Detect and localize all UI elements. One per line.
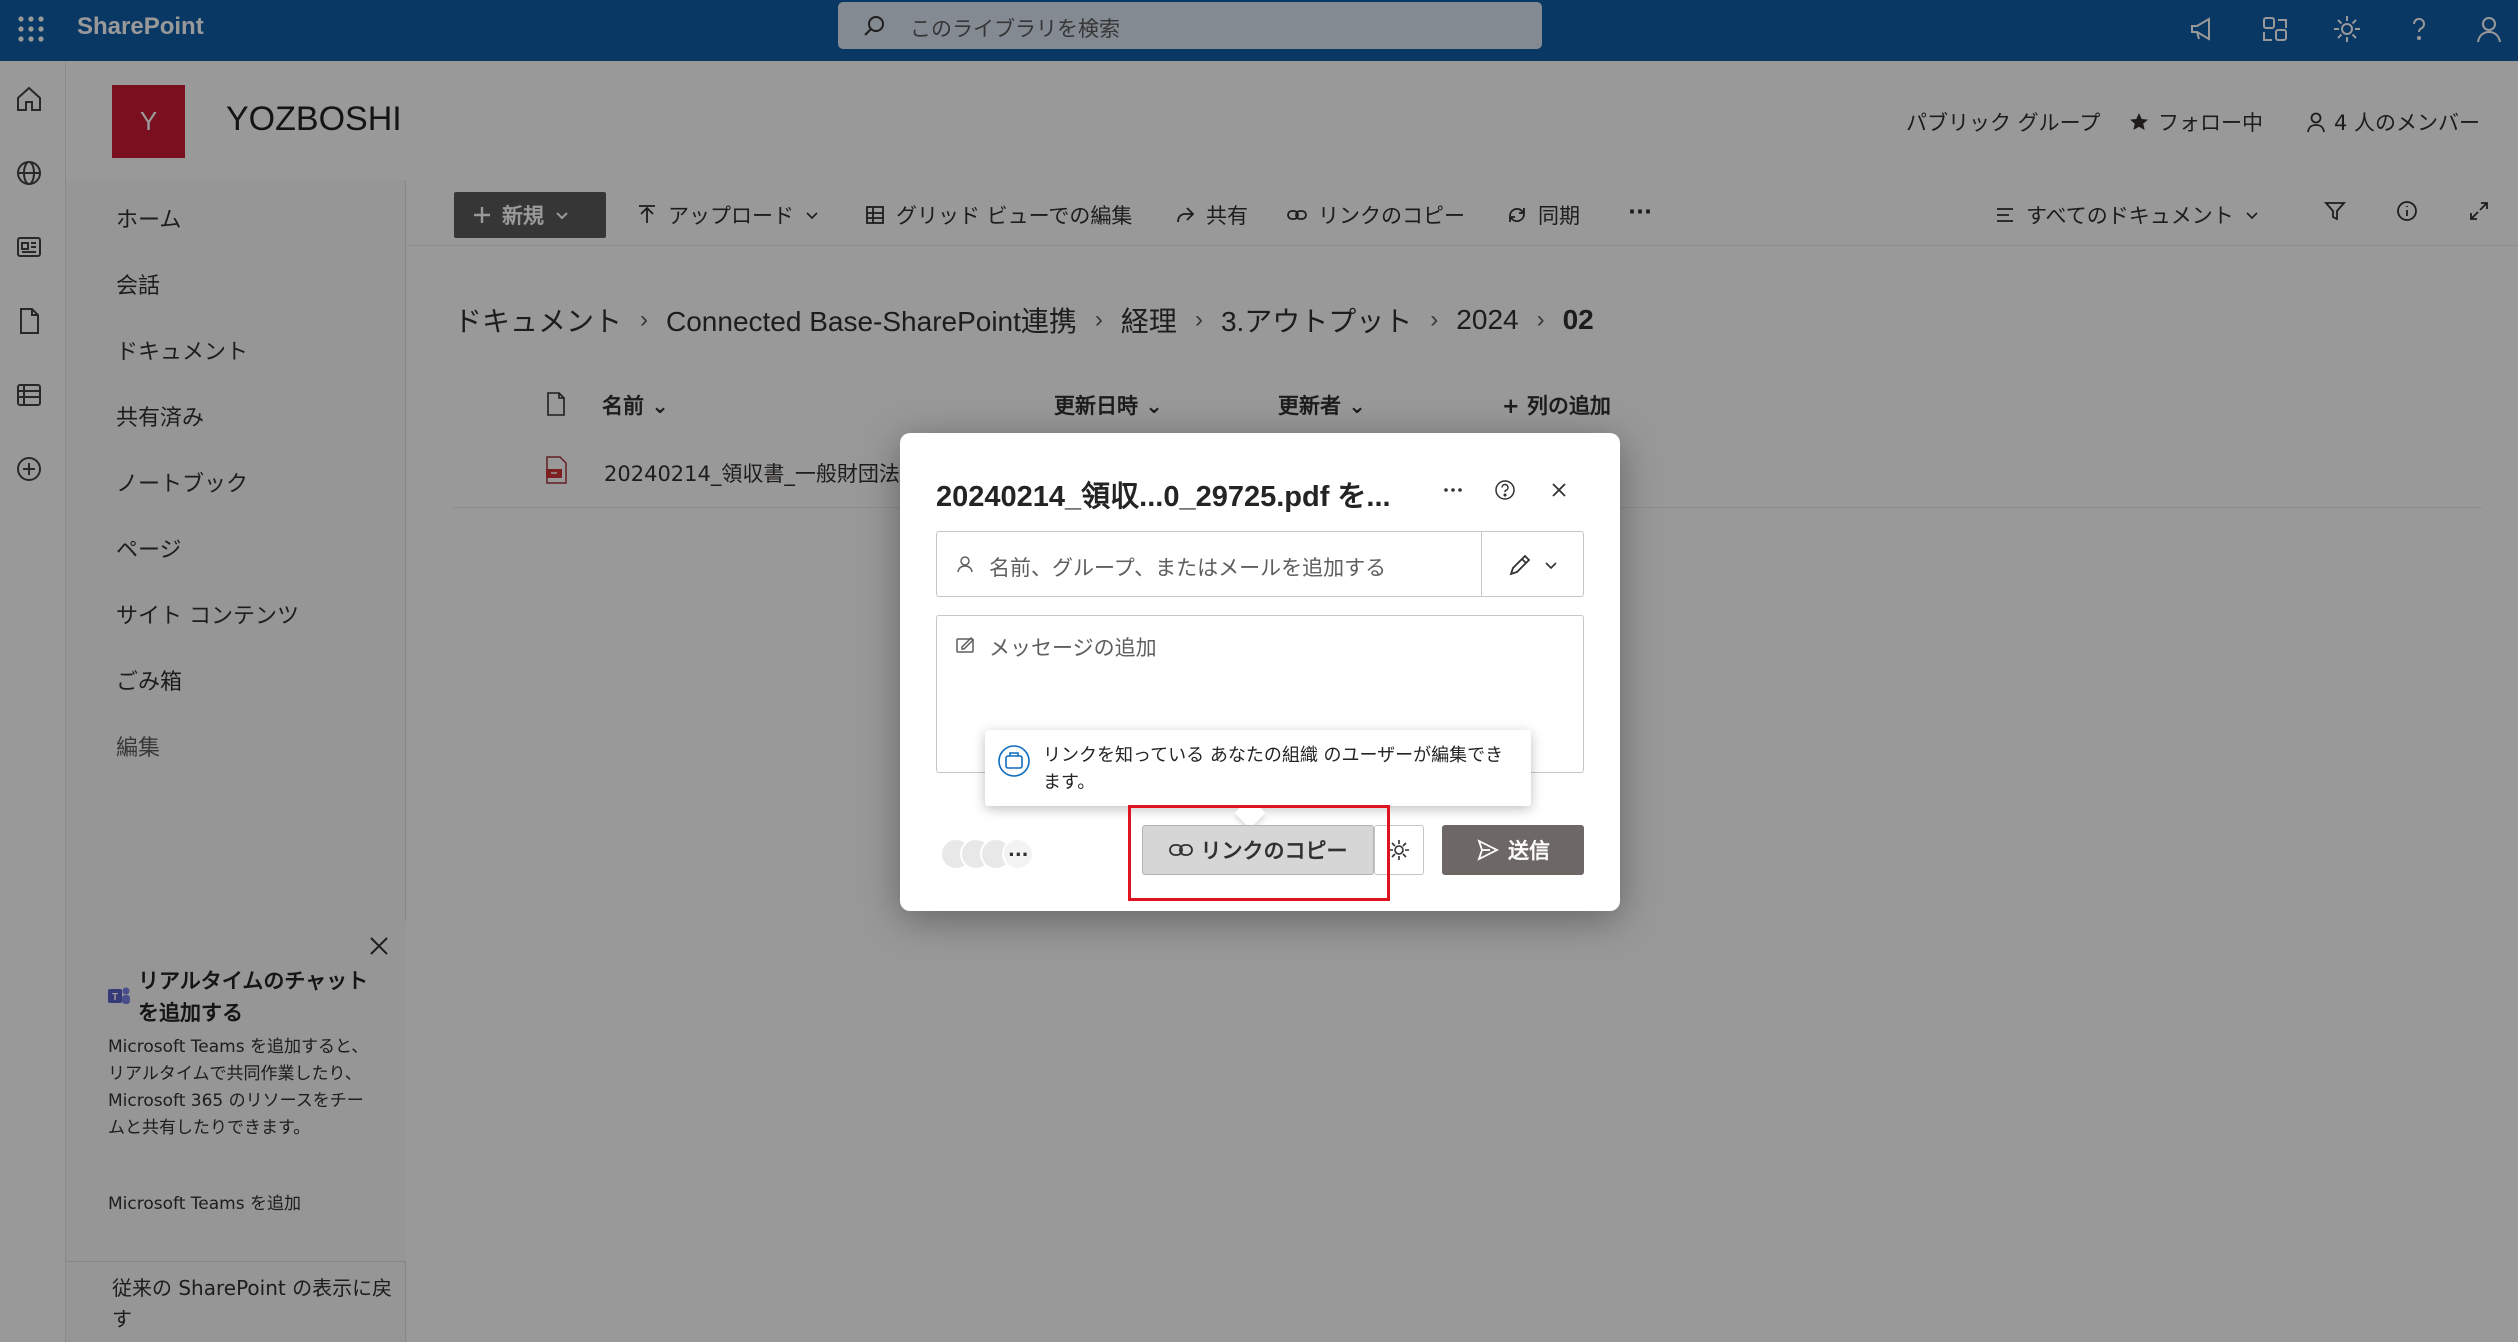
share-dialog: 20240214_領収...0_29725.pdf を... 名前、グループ、ま… (900, 433, 1620, 911)
link-settings-tooltip: リンクを知っている あなたの組織 のユーザーが編集できます。 (985, 730, 1531, 829)
more-avatars-label: ... (1008, 840, 1029, 861)
close-icon[interactable] (1546, 477, 1572, 503)
divider (1481, 532, 1482, 596)
more-options-icon[interactable] (1440, 477, 1466, 503)
send-button[interactable]: 送信 (1442, 825, 1584, 875)
highlight-annotation (1128, 805, 1390, 901)
person-icon (955, 554, 975, 574)
send-label: 送信 (1508, 839, 1550, 863)
chevron-down-icon (1545, 562, 1557, 570)
send-icon (1477, 839, 1500, 861)
people-picker-field[interactable]: 名前、グループ、またはメールを追加する (936, 531, 1584, 597)
message-placeholder: メッセージの追加 (989, 636, 1157, 660)
message-icon (955, 634, 977, 656)
briefcase-icon (997, 744, 1031, 778)
shared-with-avatars[interactable]: ... (940, 836, 1050, 872)
pencil-icon (1509, 554, 1531, 576)
tooltip-text: リンクを知っている あなたの組織 のユーザーが編集できます。 (1043, 745, 1504, 793)
help-icon[interactable] (1492, 477, 1518, 503)
people-picker-placeholder: 名前、グループ、またはメールを追加する (989, 556, 1387, 580)
dialog-title: 20240214_領収...0_29725.pdf を... (936, 481, 1391, 513)
permission-dropdown[interactable] (1507, 552, 1559, 578)
